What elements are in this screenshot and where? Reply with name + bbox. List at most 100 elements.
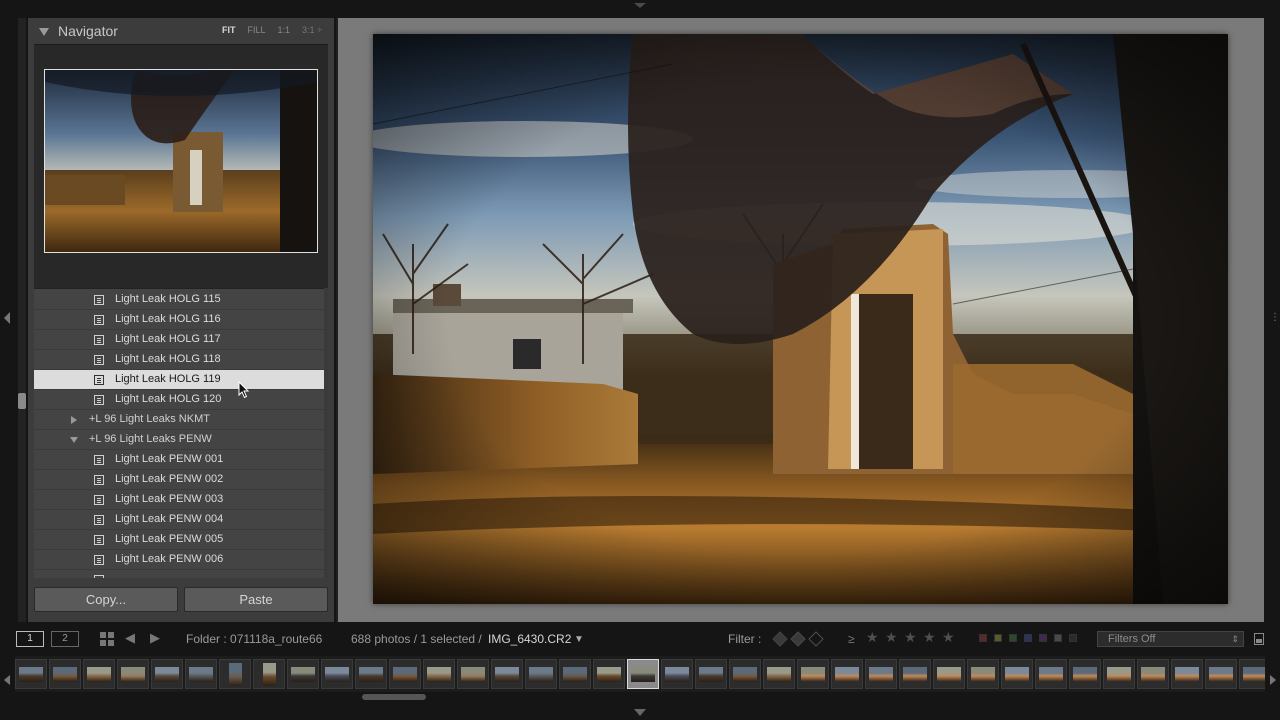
secondary-display-button[interactable]: 2 <box>51 631 79 647</box>
navigator-header[interactable]: Navigator FIT FILL 1:1 3:1 ÷ <box>28 18 334 44</box>
navigator-thumbnail[interactable] <box>44 69 318 253</box>
filter-lock-icon[interactable] <box>1254 633 1264 645</box>
preset-item[interactable]: Light Leak HOLG 116 <box>34 310 324 330</box>
color-label-red[interactable] <box>979 634 987 642</box>
preset-item[interactable]: Light Leak PENW 004 <box>34 510 324 530</box>
filmstrip-thumbnail[interactable] <box>287 659 319 689</box>
color-label-green[interactable] <box>1009 634 1017 642</box>
preset-item[interactable] <box>34 570 324 578</box>
filmstrip-thumbnail[interactable] <box>865 659 897 689</box>
presets-scrollbar[interactable] <box>324 288 328 578</box>
filmstrip-thumbnail[interactable] <box>661 659 693 689</box>
filmstrip-thumbnail[interactable] <box>695 659 727 689</box>
zoom-fit-option[interactable]: FIT <box>222 25 236 35</box>
preset-item[interactable]: Light Leak PENW 006 <box>34 550 324 570</box>
filmstrip-scrollbar[interactable] <box>15 693 1265 701</box>
filmstrip-thumbnail[interactable] <box>117 659 149 689</box>
filmstrip-thumbnail[interactable] <box>831 659 863 689</box>
filmstrip-thumbnail[interactable] <box>389 659 421 689</box>
paste-button[interactable]: Paste <box>184 587 328 612</box>
next-arrow-icon[interactable]: ▶ <box>150 632 160 646</box>
filmstrip-thumbnail[interactable] <box>321 659 353 689</box>
filmstrip-thumbnail[interactable] <box>1001 659 1033 689</box>
zoom-1to1-option[interactable]: 1:1 <box>278 25 291 35</box>
filmstrip-thumbnail[interactable] <box>423 659 455 689</box>
preset-item[interactable]: Light Leak PENW 002 <box>34 470 324 490</box>
preset-item[interactable]: Light Leak PENW 001 <box>34 450 324 470</box>
left-panel-scroll-handle[interactable] <box>18 393 26 409</box>
star-icon[interactable]: ★ <box>866 630 879 646</box>
filmstrip-thumbnail[interactable] <box>1239 659 1265 689</box>
collapse-triangle-icon[interactable] <box>70 437 78 443</box>
filmstrip-thumbnail-selected[interactable] <box>627 659 659 689</box>
filmstrip-thumbnail[interactable] <box>1035 659 1067 689</box>
color-label-none[interactable] <box>1069 634 1077 642</box>
filmstrip-thumbnail[interactable] <box>763 659 795 689</box>
filmstrip-scroll-thumb[interactable] <box>362 694 426 700</box>
filmstrip-thumbnail[interactable] <box>967 659 999 689</box>
filmstrip-thumbnail[interactable] <box>593 659 625 689</box>
filmstrip-thumbnail[interactable] <box>797 659 829 689</box>
rating-operator[interactable]: ≥ <box>848 632 855 646</box>
filmstrip-left-toggle-icon[interactable] <box>4 675 10 685</box>
grid-view-icon[interactable] <box>100 632 114 646</box>
filename[interactable]: IMG_6430.CR2 <box>488 632 571 646</box>
preset-item[interactable]: Light Leak HOLG 115 <box>34 290 324 310</box>
zoom-menu-icon[interactable]: ÷ <box>317 25 322 35</box>
preset-item-selected[interactable]: Light Leak HOLG 119 <box>34 370 324 390</box>
filmstrip-thumbnail[interactable] <box>49 659 81 689</box>
color-label-custom[interactable] <box>1054 634 1062 642</box>
right-panel-toggle-icon[interactable]: ⋮ <box>1270 312 1280 324</box>
preset-item[interactable]: Light Leak PENW 005 <box>34 530 324 550</box>
filters-preset-dropdown[interactable]: Filters Off ⇕ <box>1097 631 1244 647</box>
left-panel-scrollbar[interactable] <box>18 18 26 622</box>
preset-item[interactable]: Light Leak HOLG 120 <box>34 390 324 410</box>
filmstrip-thumbnail[interactable] <box>219 659 251 689</box>
flag-filter-icons[interactable] <box>770 630 830 648</box>
color-label-yellow[interactable] <box>994 634 1002 642</box>
filmstrip-thumbnail[interactable] <box>729 659 761 689</box>
primary-display-button[interactable]: 1 <box>16 631 44 647</box>
filmstrip-thumbnail[interactable] <box>933 659 965 689</box>
preset-folder[interactable]: +L 96 Light Leaks PENW <box>34 430 324 450</box>
filmstrip-thumbnail[interactable] <box>457 659 489 689</box>
preset-item[interactable]: Light Leak HOLG 117 <box>34 330 324 350</box>
color-label-blue[interactable] <box>1024 634 1032 642</box>
loupe-view[interactable] <box>336 18 1264 622</box>
filmstrip-thumbnail[interactable] <box>253 659 285 689</box>
star-icon[interactable]: ★ <box>904 630 917 646</box>
filmstrip-thumbnail[interactable] <box>899 659 931 689</box>
preset-item[interactable]: Light Leak HOLG 118 <box>34 350 324 370</box>
top-panel-toggle[interactable] <box>634 3 646 9</box>
left-panel-toggle-icon[interactable] <box>4 312 10 324</box>
star-icon[interactable]: ★ <box>885 630 898 646</box>
navigator-preview-area[interactable] <box>34 44 328 300</box>
collapse-triangle-icon[interactable] <box>39 28 49 36</box>
preset-item[interactable]: Light Leak PENW 003 <box>34 490 324 510</box>
filmstrip-thumbnail[interactable] <box>559 659 591 689</box>
filmstrip-thumbnail[interactable] <box>355 659 387 689</box>
filmstrip-thumbnail[interactable] <box>1103 659 1135 689</box>
filmstrip-right-toggle-icon[interactable] <box>1270 675 1276 685</box>
filmstrip-thumbnail[interactable] <box>185 659 217 689</box>
star-icon[interactable]: ★ <box>923 630 936 646</box>
filmstrip[interactable] <box>15 656 1265 692</box>
main-photo[interactable] <box>373 34 1228 604</box>
filename-dropdown-icon[interactable]: ▼ <box>574 634 584 645</box>
filmstrip-thumbnail[interactable] <box>1069 659 1101 689</box>
star-icon[interactable]: ★ <box>942 630 955 646</box>
filmstrip-thumbnail[interactable] <box>83 659 115 689</box>
filmstrip-thumbnail[interactable] <box>491 659 523 689</box>
copy-button[interactable]: Copy... <box>34 587 178 612</box>
filmstrip-thumbnail[interactable] <box>1205 659 1237 689</box>
filmstrip-thumbnail[interactable] <box>151 659 183 689</box>
filmstrip-thumbnail[interactable] <box>1171 659 1203 689</box>
previous-arrow-icon[interactable]: ◀ <box>125 632 135 646</box>
color-label-purple[interactable] <box>1039 634 1047 642</box>
filmstrip-thumbnail[interactable] <box>15 659 47 689</box>
filmstrip-thumbnail[interactable] <box>1137 659 1169 689</box>
preset-folder[interactable]: +L 96 Light Leaks NKMT <box>34 410 324 430</box>
zoom-fill-option[interactable]: FILL <box>248 25 266 35</box>
folder-source[interactable]: Folder : 071118a_route66 <box>186 632 322 646</box>
filmstrip-thumbnail[interactable] <box>525 659 557 689</box>
